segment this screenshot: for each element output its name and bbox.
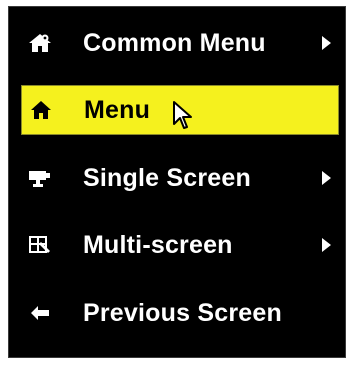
menu-item-multi-screen[interactable]: Multi-screen bbox=[21, 220, 339, 270]
submenu-arrow-icon bbox=[322, 36, 331, 50]
multiscreen-icon bbox=[21, 234, 59, 256]
back-arrow-icon bbox=[21, 305, 59, 321]
submenu-arrow-icon bbox=[322, 171, 331, 185]
menu-item-previous-screen[interactable]: Previous Screen bbox=[21, 288, 339, 338]
submenu-arrow-icon bbox=[322, 238, 331, 252]
menu-item-label: Menu bbox=[84, 95, 151, 124]
context-menu: Common Menu Menu Single Screen Multi-scr… bbox=[8, 6, 346, 358]
home-icon bbox=[22, 100, 60, 120]
mouse-cursor-icon bbox=[173, 101, 192, 129]
menu-item-common-menu[interactable]: Common Menu bbox=[21, 18, 339, 68]
menu-item-label: Multi-screen bbox=[83, 230, 233, 259]
camera-icon bbox=[21, 168, 59, 188]
menu-item-label: Previous Screen bbox=[83, 298, 282, 327]
menu-item-single-screen[interactable]: Single Screen bbox=[21, 153, 339, 203]
menu-item-label: Common Menu bbox=[83, 28, 266, 57]
home-settings-icon bbox=[21, 32, 59, 54]
menu-item-label: Single Screen bbox=[83, 163, 251, 192]
